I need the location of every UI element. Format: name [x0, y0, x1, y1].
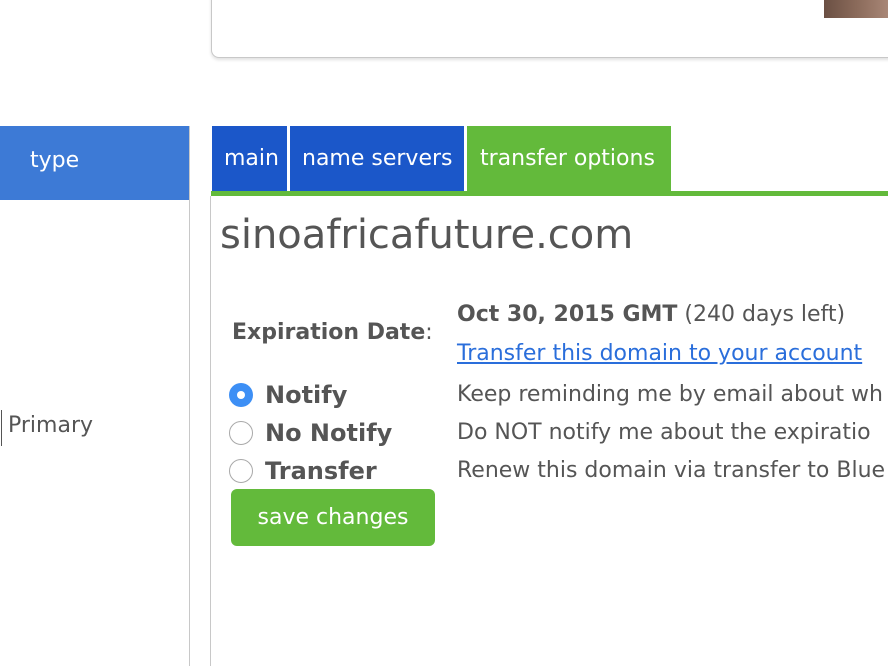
- sidebar-panel: type Primary: [0, 126, 190, 666]
- option-description: Renew this domain via transfer to Blue: [457, 458, 886, 483]
- transfer-domain-link[interactable]: Transfer this domain to your account: [457, 341, 862, 366]
- sidebar-row-type-value: Primary: [1, 410, 93, 446]
- expiration-date: Oct 30, 2015 GMT (240 days left): [457, 302, 845, 327]
- tab-main[interactable]: main: [212, 126, 287, 192]
- top-card: [211, 0, 888, 58]
- sidebar-header-label: type: [30, 148, 80, 173]
- tab-name-servers[interactable]: name servers: [290, 126, 464, 192]
- tab-bar: main name servers transfer options: [212, 126, 674, 192]
- expiration-label-colon: :: [425, 320, 433, 345]
- expiration-label: Expiration Date:: [232, 320, 433, 345]
- content-border: [210, 196, 211, 666]
- option-description: Keep reminding me by email about wh: [457, 382, 883, 407]
- expiration-label-text: Expiration Date: [232, 320, 426, 345]
- expiration-date-value: Oct 30, 2015 GMT: [457, 302, 678, 327]
- expiration-days-left: (240 days left): [684, 302, 846, 327]
- save-changes-button[interactable]: save changes: [231, 489, 435, 546]
- option-notify: Notify Keep reminding me by email about …: [229, 377, 888, 413]
- no-notify-radio[interactable]: [229, 421, 253, 445]
- option-label: No Notify: [265, 419, 393, 447]
- option-label: Notify: [265, 381, 348, 409]
- option-no-notify: No Notify Do NOT notify me about the exp…: [229, 415, 888, 451]
- option-description: Do NOT notify me about the expiratio: [457, 420, 871, 445]
- notify-radio[interactable]: [229, 383, 253, 407]
- tab-underline: [211, 191, 888, 196]
- transfer-radio[interactable]: [229, 459, 253, 483]
- avatar: [824, 0, 888, 18]
- option-label: Transfer: [265, 457, 377, 485]
- tab-transfer-options[interactable]: transfer options: [467, 126, 671, 192]
- option-transfer: Transfer Renew this domain via transfer …: [229, 453, 888, 489]
- domain-title: sinoafricafuture.com: [220, 212, 634, 258]
- sidebar-header: type: [0, 126, 189, 200]
